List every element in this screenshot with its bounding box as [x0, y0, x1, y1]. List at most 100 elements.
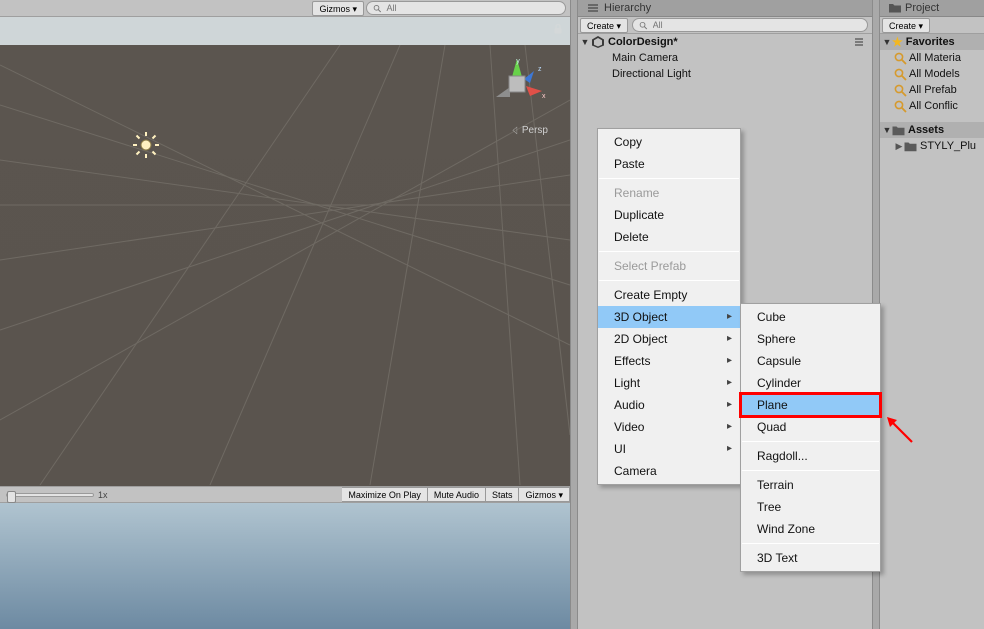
favorite-all-models[interactable]: All Models	[880, 66, 984, 82]
menu-audio[interactable]: Audio	[598, 394, 740, 416]
menu-camera[interactable]: Camera	[598, 460, 740, 482]
menu-cube[interactable]: Cube	[741, 306, 880, 328]
hierarchy-search-input[interactable]	[651, 19, 861, 31]
gizmos-dropdown[interactable]: Gizmos ▾	[312, 1, 364, 16]
menu-separator	[742, 470, 879, 471]
search-icon	[373, 4, 381, 13]
persp-icon: ◁	[513, 125, 518, 136]
menu-create-empty[interactable]: Create Empty	[598, 284, 740, 306]
menu-3d-text[interactable]: 3D Text	[741, 547, 880, 569]
menu-duplicate[interactable]: Duplicate	[598, 204, 740, 226]
zoom-readout: 1x	[98, 490, 118, 500]
scene-view[interactable]: y x z ◁ Persp	[0, 17, 570, 486]
assets-label: Assets	[908, 124, 944, 136]
favorite-label: All Conflic	[909, 100, 958, 112]
panel-divider-1[interactable]	[570, 0, 578, 629]
foldout-arrow-icon[interactable]: ▼	[882, 37, 892, 47]
submenu-3d-object: Cube Sphere Capsule Cylinder Plane Quad …	[740, 303, 881, 572]
foldout-arrow-icon[interactable]: ▼	[580, 37, 590, 47]
menu-tree[interactable]: Tree	[741, 496, 880, 518]
zoom-slider[interactable]	[6, 493, 94, 497]
scene-toolbar: Gizmos ▾	[0, 0, 570, 17]
favorite-label: All Materia	[909, 52, 961, 64]
hierarchy-search[interactable]	[632, 18, 868, 32]
menu-cylinder[interactable]: Cylinder	[741, 372, 880, 394]
folder-label: STYLY_Plu	[920, 140, 976, 152]
favorites-header[interactable]: ▼ ★ Favorites	[880, 34, 984, 50]
game-view[interactable]	[0, 503, 570, 629]
star-icon: ★	[892, 35, 903, 49]
maximize-on-play-toggle[interactable]: Maximize On Play	[342, 487, 428, 502]
menu-sphere[interactable]: Sphere	[741, 328, 880, 350]
scene-menu-icon[interactable]	[852, 35, 866, 49]
scene-name: ColorDesign*	[608, 36, 678, 48]
favorite-label: All Prefab	[909, 84, 957, 96]
menu-terrain[interactable]: Terrain	[741, 474, 880, 496]
folder-icon	[888, 1, 902, 15]
unity-editor: Gizmos ▾	[0, 0, 984, 629]
favorite-label: All Models	[909, 68, 960, 80]
project-folder[interactable]: ▶ STYLY_Plu	[880, 138, 984, 154]
game-toolbar: 1x Maximize On Play Mute Audio Stats Giz…	[0, 486, 570, 503]
persp-text: Persp	[522, 125, 548, 136]
scene-row[interactable]: ▼ ColorDesign*	[578, 34, 872, 50]
light-gizmo-icon	[132, 131, 160, 159]
menu-quad[interactable]: Quad	[741, 416, 880, 438]
menu-capsule[interactable]: Capsule	[741, 350, 880, 372]
favorite-all-materials[interactable]: All Materia	[880, 50, 984, 66]
menu-delete[interactable]: Delete	[598, 226, 740, 248]
lock-icon	[552, 23, 564, 35]
folder-icon	[892, 125, 905, 136]
project-create-dropdown[interactable]: Create ▾	[882, 18, 930, 33]
unity-logo-icon	[591, 35, 605, 49]
hierarchy-item-directional-light[interactable]: Directional Light	[578, 66, 872, 82]
hierarchy-title: Hierarchy	[604, 2, 651, 14]
scene-grid	[0, 45, 570, 485]
favorites-label: Favorites	[906, 36, 955, 48]
menu-ui[interactable]: UI	[598, 438, 740, 460]
assets-header[interactable]: ▼ Assets	[880, 122, 984, 138]
axis-z-label: z	[538, 66, 542, 73]
menu-effects[interactable]: Effects	[598, 350, 740, 372]
search-filter-icon	[894, 52, 907, 65]
search-filter-icon	[894, 100, 907, 113]
hierarchy-item-main-camera[interactable]: Main Camera	[578, 50, 872, 66]
menu-wind-zone[interactable]: Wind Zone	[741, 518, 880, 540]
menu-2d-object[interactable]: 2D Object	[598, 328, 740, 350]
game-gizmos-dropdown[interactable]: Gizmos ▾	[519, 487, 570, 502]
menu-separator	[599, 280, 739, 281]
menu-ragdoll[interactable]: Ragdoll...	[741, 445, 880, 467]
menu-select-prefab: Select Prefab	[598, 255, 740, 277]
favorite-all-prefabs[interactable]: All Prefab	[880, 82, 984, 98]
menu-3d-object[interactable]: 3D Object	[598, 306, 740, 328]
scene-search[interactable]	[366, 1, 566, 15]
mute-audio-toggle[interactable]: Mute Audio	[428, 487, 486, 502]
hierarchy-context-menu: Copy Paste Rename Duplicate Delete Selec…	[597, 128, 741, 485]
menu-plane[interactable]: Plane	[741, 394, 880, 416]
axis-x-label: x	[542, 93, 546, 100]
menu-paste[interactable]: Paste	[598, 153, 740, 175]
hierarchy-toolbar: Create ▾	[578, 17, 872, 34]
axis-y-label: y	[516, 58, 520, 65]
menu-light[interactable]: Light	[598, 372, 740, 394]
menu-video[interactable]: Video	[598, 416, 740, 438]
menu-separator	[599, 178, 739, 179]
projection-label[interactable]: ◁ Persp	[511, 125, 548, 136]
menu-copy[interactable]: Copy	[598, 131, 740, 153]
folder-icon	[904, 141, 917, 152]
foldout-arrow-icon[interactable]: ▶	[894, 141, 904, 152]
project-title: Project	[905, 2, 939, 14]
search-filter-icon	[894, 84, 907, 97]
hierarchy-tab[interactable]: Hierarchy	[578, 0, 872, 17]
project-toolbar: Create ▾	[880, 17, 984, 34]
project-tab[interactable]: Project	[880, 0, 984, 17]
foldout-arrow-icon[interactable]: ▼	[882, 125, 892, 135]
project-tree[interactable]: ▼ ★ Favorites All Materia All Models All…	[880, 34, 984, 629]
favorite-all-conflicts[interactable]: All Conflic	[880, 98, 984, 114]
orientation-gizmo[interactable]: y x z	[486, 53, 548, 115]
triple-bar-icon	[586, 1, 600, 15]
menu-rename: Rename	[598, 182, 740, 204]
hierarchy-create-dropdown[interactable]: Create ▾	[580, 18, 628, 33]
scene-search-input[interactable]	[384, 2, 559, 14]
stats-toggle[interactable]: Stats	[486, 487, 520, 502]
